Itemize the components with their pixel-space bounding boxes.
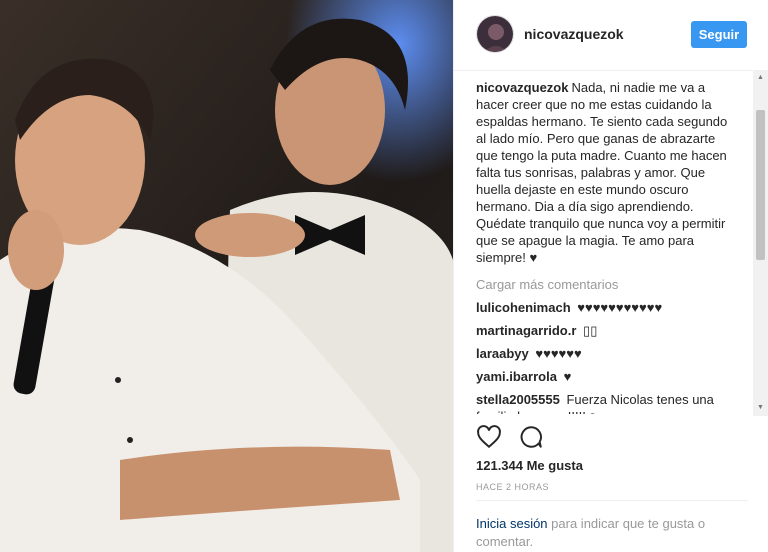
login-link[interactable]: Inicia sesión <box>476 516 548 531</box>
post-timestamp: HACE 2 HORAS <box>476 482 550 492</box>
comment-text: ▯▯ <box>583 323 598 338</box>
comments-scrollbar[interactable]: ▲ ▼ <box>753 70 768 416</box>
comment-username[interactable]: laraabyy <box>476 346 529 361</box>
caption-username[interactable]: nicovazquezok <box>476 80 568 95</box>
comment-icon[interactable] <box>518 424 544 450</box>
caption-text: Nada, ni nadie me va a hacer creer que n… <box>476 80 728 265</box>
divider <box>476 500 748 501</box>
list-item: yami.ibarrola ♥ <box>476 368 738 385</box>
comment-text: ♥♥♥♥♥♥♥♥♥♥♥ <box>577 300 663 315</box>
caption: nicovazquezok Nada, ni nadie me va a hace… <box>476 79 738 266</box>
comment-username[interactable]: martinagarrido.r <box>476 323 576 338</box>
list-item: laraabyy ♥♥♥♥♥♥ <box>476 345 738 362</box>
comment-username[interactable]: yami.ibarrola <box>476 369 557 384</box>
list-item: martinagarrido.r ▯▯ <box>476 322 738 339</box>
list-item: lulicohenimach ♥♥♥♥♥♥♥♥♥♥♥ <box>476 299 738 316</box>
comment-text: ♥ <box>563 369 572 384</box>
header-username[interactable]: nicovazquezok <box>524 26 624 42</box>
comment-username[interactable]: stella2005555 <box>476 392 560 407</box>
avatar[interactable] <box>476 15 514 53</box>
scrollbar-thumb[interactable] <box>756 110 765 260</box>
scroll-down-arrow-icon[interactable]: ▼ <box>753 402 768 414</box>
load-more-comments-link[interactable]: Cargar más comentarios <box>476 276 738 293</box>
comment-username[interactable]: lulicohenimach <box>476 300 571 315</box>
likes-count[interactable]: 121.344 Me gusta <box>476 458 583 473</box>
comments-list: nicovazquezok Nada, ni nadie me va a hace… <box>476 79 738 414</box>
scroll-up-arrow-icon[interactable]: ▲ <box>753 72 768 84</box>
login-prompt: Inicia sesión para indicar que te gusta … <box>476 515 746 551</box>
post-photo <box>0 0 453 552</box>
follow-button[interactable]: Seguir <box>691 21 747 48</box>
post-header: nicovazquezok Seguir <box>454 0 768 71</box>
heart-icon[interactable] <box>476 424 502 450</box>
action-bar <box>476 424 556 452</box>
post-details-panel: nicovazquezok Seguir nicovazquezok Nada, … <box>453 0 768 552</box>
comment-text: ♥♥♥♥♥♥ <box>535 346 582 361</box>
list-item: stella2005555 Fuerza Nicolas tenes una f… <box>476 391 738 414</box>
